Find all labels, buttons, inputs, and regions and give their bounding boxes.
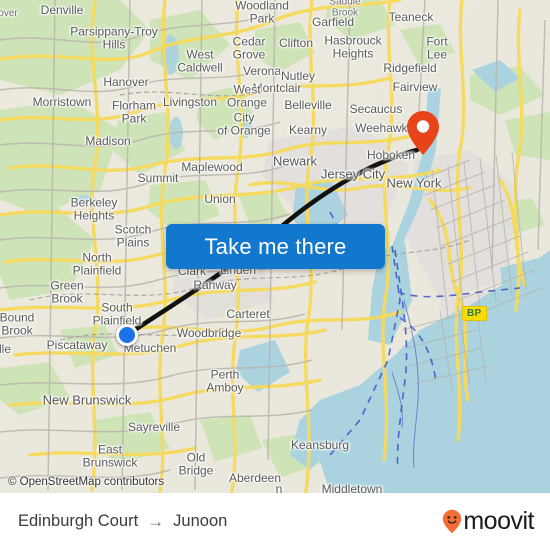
take-me-there-button[interactable]: Take me there — [166, 224, 385, 269]
moovit-pin-icon — [442, 509, 462, 534]
origin-marker[interactable] — [116, 324, 138, 346]
moovit-wordmark: moovit — [463, 507, 534, 535]
route-origin-label: Edinburgh Court — [18, 512, 139, 530]
destination-marker[interactable] — [406, 110, 440, 156]
route-summary: Edinburgh Court → Junoon — [18, 493, 227, 550]
footer-bar: Edinburgh Court → Junoon moovit — [0, 493, 550, 550]
route-destination-label: Junoon — [173, 512, 228, 530]
moovit-route-card: over Denville Woodland Park Saddle Brook Gar… — [0, 0, 550, 550]
map-poi-bp[interactable]: BP — [462, 306, 487, 321]
osm-attribution[interactable]: © OpenStreetMap contributors — [8, 476, 164, 488]
arrow-right-icon: → — [147, 512, 165, 531]
moovit-logo[interactable]: moovit — [442, 493, 534, 550]
